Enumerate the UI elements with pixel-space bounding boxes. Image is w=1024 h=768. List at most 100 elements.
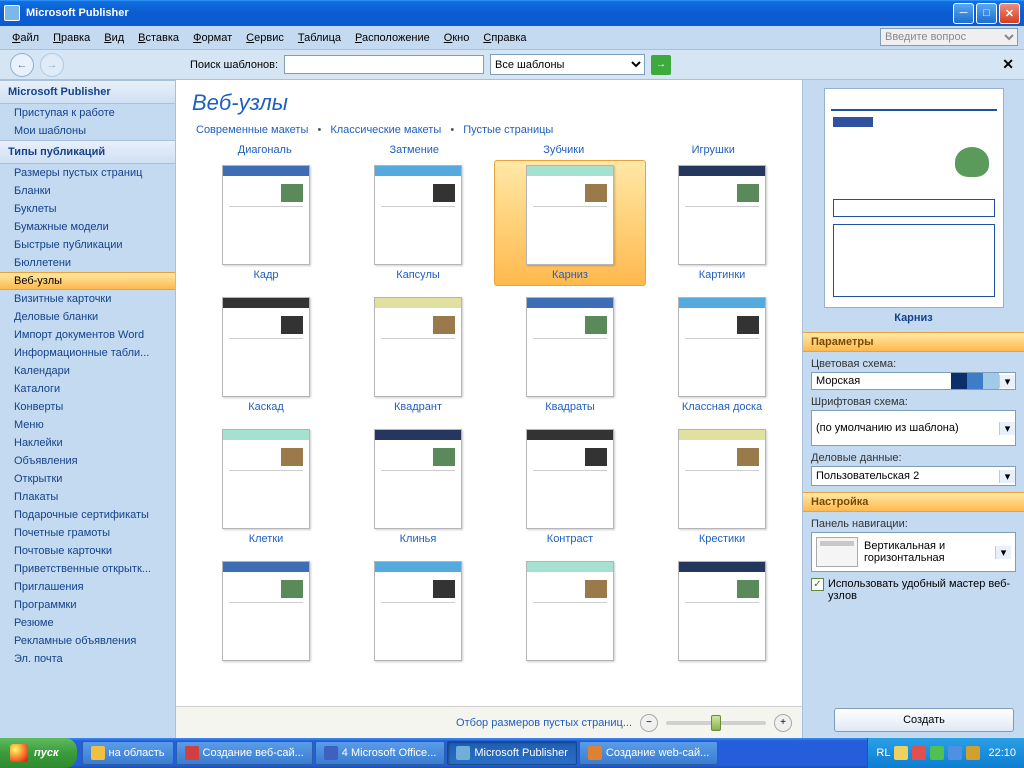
- sidebar-item[interactable]: Рекламные объявления: [0, 632, 175, 650]
- sidebar-item[interactable]: Размеры пустых страниц: [0, 164, 175, 182]
- template-item[interactable]: Карниз: [494, 160, 646, 286]
- template-item[interactable]: [190, 556, 342, 666]
- zoom-slider[interactable]: [666, 721, 766, 725]
- sidebar-item[interactable]: Программки: [0, 596, 175, 614]
- panel-close-icon[interactable]: ✕: [1002, 56, 1014, 73]
- create-button[interactable]: Создать: [834, 708, 1014, 732]
- template-item[interactable]: Квадрант: [342, 292, 494, 418]
- sidebar-item[interactable]: Приглашения: [0, 578, 175, 596]
- tab-modern[interactable]: Современные макеты: [196, 124, 308, 136]
- sidebar-item[interactable]: Веб-узлы: [0, 272, 175, 290]
- sidebar-item[interactable]: Импорт документов Word: [0, 326, 175, 344]
- help-search[interactable]: Введите вопрос: [880, 28, 1018, 46]
- taskbar-button[interactable]: на область: [82, 741, 174, 765]
- zoom-knob[interactable]: [711, 715, 721, 731]
- maximize-button[interactable]: □: [976, 3, 997, 24]
- sidebar-item[interactable]: Деловые бланки: [0, 308, 175, 326]
- sidebar-item[interactable]: Бумажные модели: [0, 218, 175, 236]
- menu-format[interactable]: Формат: [187, 30, 238, 46]
- menu-file[interactable]: Файл: [6, 30, 45, 46]
- template-item[interactable]: [494, 556, 646, 666]
- start-button[interactable]: пуск: [0, 738, 77, 768]
- zoom-out-button[interactable]: −: [640, 714, 658, 732]
- back-button[interactable]: ←: [10, 53, 34, 77]
- chevron-down-icon[interactable]: ▾: [999, 470, 1015, 483]
- sidebar-item[interactable]: Меню: [0, 416, 175, 434]
- template-item[interactable]: Контраст: [494, 424, 646, 550]
- menu-help[interactable]: Справка: [477, 30, 532, 46]
- sidebar-item[interactable]: Визитные карточки: [0, 290, 175, 308]
- sidebar-item[interactable]: Почтовые карточки: [0, 542, 175, 560]
- menu-insert[interactable]: Вставка: [132, 30, 185, 46]
- zoom-in-button[interactable]: +: [774, 714, 792, 732]
- gallery-heading[interactable]: Игрушки: [639, 144, 789, 156]
- taskbar-button[interactable]: Создание web-сай...: [579, 741, 718, 765]
- menu-edit[interactable]: Правка: [47, 30, 96, 46]
- sidebar-item[interactable]: Календари: [0, 362, 175, 380]
- sidebar-item[interactable]: Приветственные открытк...: [0, 560, 175, 578]
- template-item[interactable]: Клетки: [190, 424, 342, 550]
- sidebar-item[interactable]: Буклеты: [0, 200, 175, 218]
- sidebar-item[interactable]: Подарочные сертификаты: [0, 506, 175, 524]
- business-data-combo[interactable]: Пользовательская 2 ▾: [811, 466, 1016, 486]
- template-item[interactable]: Квадраты: [494, 292, 646, 418]
- template-item[interactable]: Картинки: [646, 160, 798, 286]
- tray-icon[interactable]: [912, 746, 926, 760]
- template-item[interactable]: Клинья: [342, 424, 494, 550]
- gallery-heading[interactable]: Зубчики: [489, 144, 639, 156]
- forward-button[interactable]: →: [40, 53, 64, 77]
- sidebar-item[interactable]: Эл. почта: [0, 650, 175, 668]
- template-item[interactable]: Кадр: [190, 160, 342, 286]
- sidebar-item[interactable]: Бланки: [0, 182, 175, 200]
- sidebar-item[interactable]: Приступая к работе: [0, 104, 175, 122]
- taskbar-button[interactable]: Создание веб-сай...: [176, 741, 313, 765]
- search-go-button[interactable]: →: [651, 55, 671, 75]
- sidebar-item[interactable]: Плакаты: [0, 488, 175, 506]
- tray-icon[interactable]: [948, 746, 962, 760]
- tab-blank[interactable]: Пустые страницы: [463, 124, 553, 136]
- sidebar-item[interactable]: Информационные табли...: [0, 344, 175, 362]
- template-search-input[interactable]: [284, 55, 484, 74]
- sidebar-item[interactable]: Бюллетени: [0, 254, 175, 272]
- sidebar-item[interactable]: Мои шаблоны: [0, 122, 175, 140]
- tray-icon[interactable]: [894, 746, 908, 760]
- sidebar-item[interactable]: Резюме: [0, 614, 175, 632]
- template-item[interactable]: [646, 556, 798, 666]
- minimize-button[interactable]: ─: [953, 3, 974, 24]
- taskbar-button[interactable]: Microsoft Publisher: [447, 741, 577, 765]
- template-item[interactable]: Крестики: [646, 424, 798, 550]
- menu-view[interactable]: Вид: [98, 30, 130, 46]
- gallery-heading[interactable]: Диагональ: [190, 144, 340, 156]
- gallery-heading[interactable]: Затмение: [340, 144, 490, 156]
- menu-table[interactable]: Таблица: [292, 30, 347, 46]
- language-indicator[interactable]: RL: [876, 747, 890, 759]
- tray-icon[interactable]: [930, 746, 944, 760]
- sidebar-item[interactable]: Объявления: [0, 452, 175, 470]
- sidebar-item[interactable]: Открытки: [0, 470, 175, 488]
- template-item[interactable]: Капсулы: [342, 160, 494, 286]
- sidebar-item[interactable]: Быстрые публикации: [0, 236, 175, 254]
- menu-window[interactable]: Окно: [438, 30, 476, 46]
- chevron-down-icon[interactable]: ▾: [999, 375, 1015, 388]
- chevron-down-icon[interactable]: ▾: [995, 546, 1011, 559]
- template-item[interactable]: Каскад: [190, 292, 342, 418]
- clock[interactable]: 22:10: [988, 747, 1016, 759]
- template-item[interactable]: Классная доска: [646, 292, 798, 418]
- wizard-checkbox[interactable]: ✓: [811, 578, 824, 591]
- menu-arrange[interactable]: Расположение: [349, 30, 436, 46]
- sidebar-item[interactable]: Конверты: [0, 398, 175, 416]
- sidebar-item[interactable]: Каталоги: [0, 380, 175, 398]
- close-button[interactable]: ✕: [999, 3, 1020, 24]
- sidebar-item[interactable]: Наклейки: [0, 434, 175, 452]
- blank-sizes-link[interactable]: Отбор размеров пустых страниц...: [456, 717, 632, 729]
- chevron-down-icon[interactable]: ▾: [999, 422, 1015, 435]
- template-filter[interactable]: Все шаблоны: [490, 54, 645, 75]
- tray-icon[interactable]: [966, 746, 980, 760]
- nav-panel-combo[interactable]: Вертикальная и горизонтальная ▾: [811, 532, 1016, 572]
- font-scheme-combo[interactable]: (по умолчанию из шаблона) ▾: [811, 410, 1016, 446]
- sidebar-item[interactable]: Почетные грамоты: [0, 524, 175, 542]
- taskbar-button[interactable]: 4 Microsoft Office...: [315, 741, 446, 765]
- tab-classic[interactable]: Классические макеты: [330, 124, 441, 136]
- color-scheme-combo[interactable]: Морская ▾: [811, 372, 1016, 390]
- menu-service[interactable]: Сервис: [240, 30, 290, 46]
